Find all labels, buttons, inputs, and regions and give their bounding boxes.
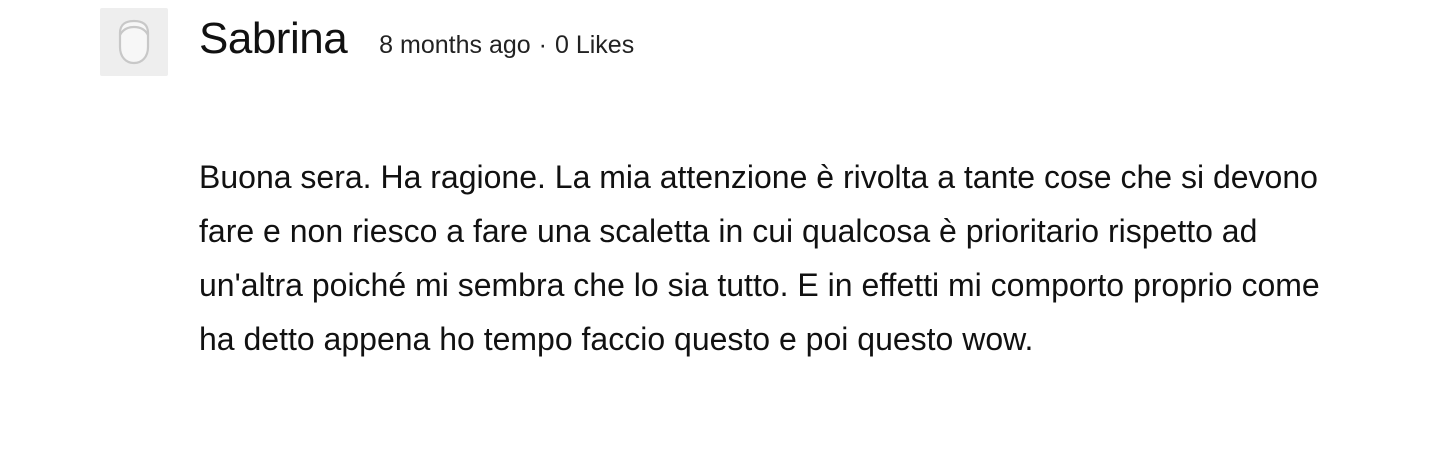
comment-item: Sabrina 8 months ago · 0 Likes Buona sera.… <box>0 0 1430 470</box>
likes-count[interactable]: 0 Likes <box>555 31 634 59</box>
comment-meta: 8 months ago · 0 Likes <box>379 31 634 60</box>
avatar[interactable] <box>100 8 168 76</box>
author-name[interactable]: Sabrina <box>199 14 348 64</box>
default-user-avatar-icon <box>118 19 150 65</box>
comment-header: Sabrina 8 months ago · 0 Likes <box>199 14 634 78</box>
comment-text: Buona sera. Ha ragione. La mia attenzion… <box>199 159 1320 357</box>
timestamp: 8 months ago <box>379 31 531 59</box>
meta-separator: · <box>538 31 547 59</box>
